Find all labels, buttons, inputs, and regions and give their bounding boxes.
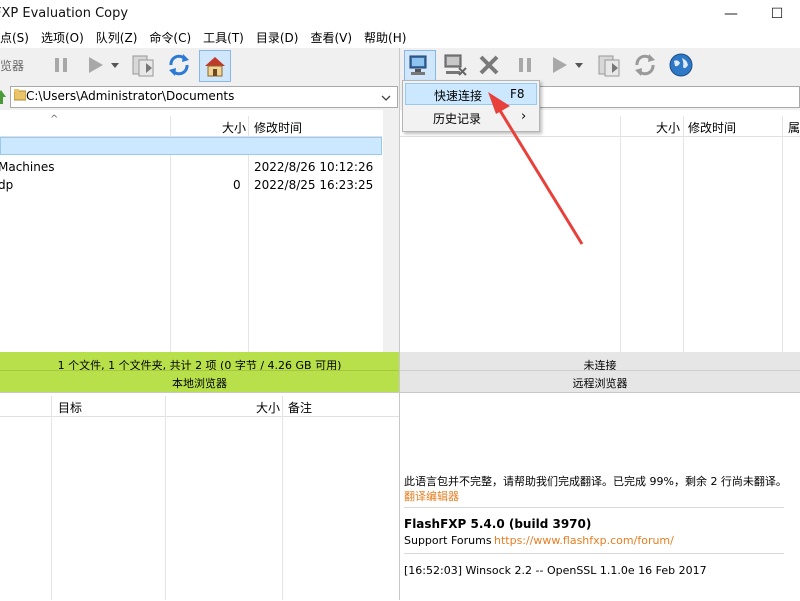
queue-col-target[interactable]: 目标	[58, 399, 82, 416]
queue-panel	[0, 392, 399, 601]
queue-col-note[interactable]: 备注	[288, 399, 312, 416]
translation-editor-link[interactable]: 翻译编辑器	[404, 488, 459, 504]
remote-toolbar	[400, 48, 800, 84]
history-label: 历史记录	[433, 112, 482, 126]
window-title: FXP Evaluation Copy	[0, 6, 129, 21]
remote-refresh-icon[interactable]	[630, 50, 660, 80]
pause-icon[interactable]	[46, 50, 76, 80]
remote-play-icon[interactable]	[544, 50, 574, 80]
title-bar: FXP Evaluation Copy — ☐	[0, 0, 800, 28]
log-winsock: [16:52:03] Winsock 2.2 -- OpenSSL 1.1.0e…	[404, 564, 707, 577]
divider	[404, 553, 784, 554]
globe-icon[interactable]	[666, 50, 696, 80]
menu-site[interactable]: 点(S)	[0, 28, 35, 48]
menu-view[interactable]: 查看(V)	[304, 28, 358, 48]
refresh-icon[interactable]	[164, 50, 194, 80]
file-name: dp	[0, 178, 14, 192]
divider	[782, 116, 783, 352]
divider	[683, 116, 684, 352]
path-dropdown-chevron-icon[interactable]	[381, 91, 391, 105]
annotation-arrow	[488, 92, 584, 245]
annotation-arrow-head	[488, 92, 510, 114]
folder-icon	[13, 89, 27, 104]
local-status-bar: 1 个文件, 1 个文件夹, 共计 2 项 (0 字节 / 4.26 GB 可用…	[0, 352, 399, 392]
browser-label: 览器	[0, 59, 25, 73]
disconnect-icon[interactable]	[440, 50, 470, 80]
home-icon[interactable]	[199, 50, 231, 82]
divider	[400, 370, 800, 371]
menu-command[interactable]: 命令(C)	[143, 28, 197, 48]
local-footer-label: 本地浏览器	[172, 377, 227, 390]
queue-column-header: 目标 大小 备注	[0, 396, 399, 417]
annotation-arrow-shaft	[494, 103, 584, 245]
table-row[interactable]: Machines 2022/8/26 10:12:26	[0, 158, 382, 176]
local-scrollbar[interactable]	[383, 110, 399, 352]
menu-bar: 点(S) 选项(O) 队列(Z) 命令(C) 工具(T) 目录(D) 查看(V)…	[0, 28, 800, 48]
file-modified: 2022/8/25 16:23:25	[254, 178, 374, 192]
remote-footer-label: 远程浏览器	[572, 377, 628, 390]
file-size: 0	[233, 178, 241, 192]
log-version: FlashFXP 5.4.0 (build 3970)	[404, 517, 592, 531]
queue-col-size[interactable]: 大小	[256, 399, 280, 416]
connect-icon[interactable]	[404, 50, 436, 82]
maximize-button[interactable]: ☐	[754, 0, 800, 28]
sort-caret-icon: ^	[50, 114, 59, 125]
remote-col-size[interactable]: 大小	[656, 119, 680, 136]
remote-chevron-down-icon[interactable]	[572, 50, 586, 80]
remote-transfer-icon[interactable]	[594, 50, 624, 80]
table-row[interactable]: dp 0 2022/8/25 16:23:25	[0, 176, 382, 194]
remote-status-bar: 未连接 远程浏览器	[400, 352, 800, 392]
transfer-icon[interactable]	[128, 50, 158, 80]
menu-options[interactable]: 选项(O)	[35, 28, 90, 48]
up-arrow-icon[interactable]	[0, 88, 8, 109]
menu-queue[interactable]: 队列(Z)	[90, 28, 144, 48]
quick-connect-label: 快速连接	[434, 89, 483, 103]
log-warning: 此语言包并不完整，请帮助我们完成翻译。已完成 99%，剩余 2 行尚未翻译。	[404, 475, 787, 488]
local-toolbar: 览器	[0, 48, 399, 84]
remote-col-attr[interactable]: 属	[788, 119, 800, 136]
divider	[165, 396, 166, 600]
divider	[282, 396, 283, 600]
log-support-label: Support Forums	[404, 534, 492, 547]
menu-help[interactable]: 帮助(H)	[358, 28, 412, 48]
local-col-size[interactable]: 大小	[222, 119, 246, 136]
divider	[404, 507, 784, 508]
close-icon[interactable]	[474, 50, 504, 80]
menu-directory[interactable]: 目录(D)	[250, 28, 305, 48]
chevron-down-icon[interactable]	[108, 50, 122, 80]
local-column-header: ^ 大小 修改时间	[0, 114, 382, 137]
divider	[620, 116, 621, 352]
remote-col-modified[interactable]: 修改时间	[688, 119, 736, 136]
file-modified: 2022/8/26 10:12:26	[254, 160, 374, 174]
play-icon[interactable]	[80, 50, 110, 80]
menu-tools[interactable]: 工具(T)	[197, 28, 250, 48]
minimize-button[interactable]: —	[708, 0, 754, 28]
divider	[0, 370, 399, 371]
remote-pause-icon[interactable]	[510, 50, 540, 80]
divider	[51, 396, 52, 600]
local-col-modified[interactable]: 修改时间	[254, 119, 302, 136]
local-path-text: C:\Users\Administrator\Documents	[26, 89, 235, 103]
support-forum-link[interactable]: https://www.flashfxp.com/forum/	[494, 534, 674, 547]
selected-row[interactable]	[0, 137, 382, 155]
file-name: Machines	[0, 160, 55, 174]
